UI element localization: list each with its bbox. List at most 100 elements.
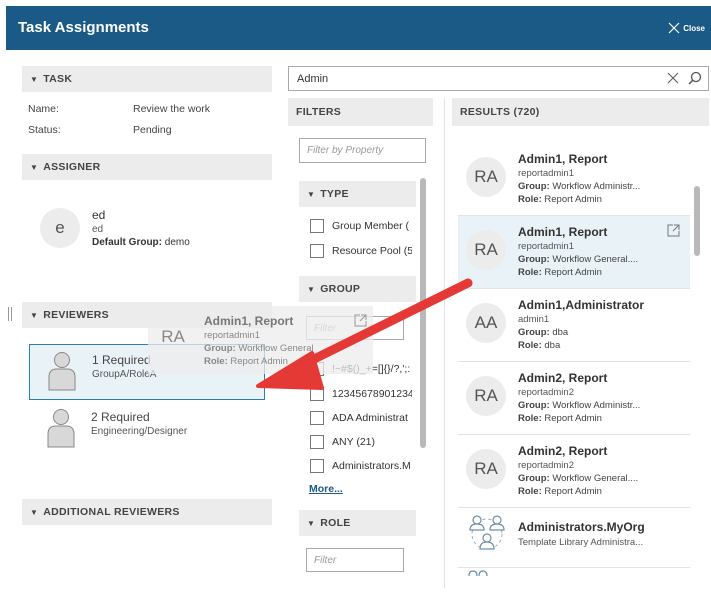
- task-status-label: Status:: [28, 124, 61, 136]
- close-label: Close: [683, 23, 705, 33]
- task-status-row: Status: Pending: [28, 124, 172, 136]
- checkbox[interactable]: [310, 219, 324, 233]
- ghost-role-label: Role:: [204, 356, 228, 367]
- result-id: admin1: [518, 314, 550, 325]
- result-group: Group: Workflow Administr...: [518, 400, 640, 411]
- result-name: Administrators.MyOrg: [518, 520, 645, 534]
- task-name-row: Name: Review the work: [28, 103, 210, 115]
- person-icon: [47, 409, 75, 448]
- checkbox[interactable]: [310, 244, 324, 258]
- type-filter-header[interactable]: ▼ TYPE: [299, 181, 416, 207]
- result-group: Group: Workflow General....: [518, 473, 638, 484]
- result-role-value: Report Admin: [544, 413, 602, 424]
- group-option-label: ANY (21): [332, 436, 375, 448]
- close-icon: [668, 22, 680, 34]
- group-filter-option[interactable]: 12345678901234: [310, 387, 412, 401]
- reviewers-header-label: REVIEWERS: [43, 309, 109, 321]
- checkbox[interactable]: [310, 435, 324, 449]
- assigner-group-label: Default Group:: [92, 237, 162, 248]
- search-input[interactable]: Admin: [297, 73, 328, 85]
- assigner-header-label: ASSIGNER: [43, 161, 101, 173]
- result-group-label: Group:: [518, 181, 550, 192]
- clear-search-icon[interactable]: [666, 71, 680, 85]
- result-group: Group: Workflow Administr...: [518, 181, 640, 192]
- result-item[interactable]: RA Admin1, Report reportadmin1 Group: Wo…: [458, 143, 690, 216]
- ghost-group-value: Workflow General: [238, 343, 314, 354]
- result-role-label: Role:: [518, 194, 542, 205]
- group-option-label: 12345678901234: [332, 388, 412, 400]
- result-name: Admin1,Administrator: [518, 298, 645, 312]
- open-details-icon: [354, 314, 367, 327]
- drag-ghost-card: RA Admin1, Report reportadmin1 Group: Wo…: [148, 306, 373, 374]
- ghost-group-label: Group:: [204, 343, 236, 354]
- additional-reviewers-section-header[interactable]: ▼ ADDITIONAL REVIEWERS: [22, 499, 272, 525]
- task-section-header[interactable]: ▼ TASK: [22, 66, 272, 92]
- result-item[interactable]: RA Admin2, Report reportadmin2 Group: Wo…: [458, 435, 690, 508]
- result-group-value: Workflow Administr...: [552, 400, 641, 411]
- result-id: reportadmin1: [518, 168, 574, 179]
- type-filter-option[interactable]: Group Member (: [310, 219, 412, 233]
- task-name-value: Review the work: [133, 103, 211, 115]
- group-filter-option[interactable]: ANY (21): [310, 435, 412, 449]
- checkbox[interactable]: [310, 411, 324, 425]
- result-avatar: RA: [466, 376, 506, 416]
- type-option-label: Resource Pool (5: [332, 245, 412, 257]
- result-group-label: Group:: [518, 473, 550, 484]
- additional-reviewers-header-label: ADDITIONAL REVIEWERS: [43, 506, 180, 518]
- collapse-triangle-icon: ▼: [30, 74, 39, 84]
- task-name-label: Name:: [28, 103, 59, 115]
- result-role-label: Role:: [518, 340, 542, 351]
- result-item-selected[interactable]: RA Admin1, Report reportadmin1 Group: Wo…: [458, 216, 690, 289]
- group-filter-option[interactable]: Administrators.M: [310, 459, 412, 473]
- collapse-triangle-icon: ▼: [30, 310, 39, 320]
- role-filter-header[interactable]: ▼ ROLE: [299, 510, 416, 536]
- result-role: Role: Report Admin: [518, 486, 602, 497]
- ghost-name: Admin1, Report: [204, 314, 294, 328]
- assigner-section-header[interactable]: ▼ ASSIGNER: [22, 154, 272, 180]
- checkbox[interactable]: [310, 387, 324, 401]
- result-role: Role: Report Admin: [518, 267, 602, 278]
- result-avatar: AA: [466, 303, 506, 343]
- collapse-triangle-icon: ▼: [30, 507, 39, 517]
- search-icon[interactable]: [688, 71, 702, 85]
- reviewer-2-role: Engineering/Designer: [91, 426, 188, 437]
- result-item[interactable]: Administrators.MyOrg Template Library Ad…: [458, 508, 690, 568]
- group-filter-label: GROUP: [320, 283, 361, 295]
- checkbox[interactable]: [310, 459, 324, 473]
- result-role: Role: Report Admin: [518, 413, 602, 424]
- type-filter-option[interactable]: Resource Pool (5: [310, 244, 412, 258]
- result-item[interactable]: RA Admin2, Report reportadmin2 Group: Wo…: [458, 362, 690, 435]
- result-group: Group: dba: [518, 327, 568, 338]
- open-details-icon[interactable]: [667, 224, 680, 237]
- result-role-label: Role:: [518, 413, 542, 424]
- task-header-label: TASK: [43, 73, 73, 85]
- results-scrollbar[interactable]: [694, 186, 700, 256]
- search-box[interactable]: Admin: [288, 66, 709, 91]
- group-more-link[interactable]: More...: [309, 483, 343, 495]
- reviewer-slot-2[interactable]: 2 Required Engineering/Designer: [29, 402, 265, 458]
- role-filter-input[interactable]: Filter: [306, 548, 404, 572]
- group-filter-header[interactable]: ▼ GROUP: [299, 276, 416, 302]
- filters-scrollbar[interactable]: [420, 178, 426, 448]
- collapse-triangle-icon: ▼: [307, 189, 316, 199]
- group-icon: [468, 570, 488, 576]
- column-resize-handle[interactable]: [8, 307, 12, 321]
- result-role-value: dba: [544, 340, 561, 351]
- filter-by-property-input[interactable]: Filter by Property: [299, 138, 426, 163]
- collapse-triangle-icon: ▼: [307, 284, 316, 294]
- result-name: Admin1, Report: [518, 152, 608, 166]
- result-id: reportadmin2: [518, 460, 574, 471]
- ghost-role-value: Report Admin: [230, 356, 288, 367]
- result-group-value: Workflow Administr...: [552, 181, 641, 192]
- group-filter-option[interactable]: ADA Administrat: [310, 411, 412, 425]
- ghost-avatar: RA: [161, 327, 185, 346]
- assigner-id: ed: [92, 224, 104, 235]
- assigner-group: Default Group: demo: [92, 237, 190, 248]
- reviewer-1-count: 1 Required: [92, 353, 151, 367]
- result-group-value: Workflow General....: [552, 254, 639, 265]
- role-filter-label: ROLE: [320, 517, 351, 529]
- close-button[interactable]: Close: [668, 22, 705, 34]
- ghost-group: Group: Workflow General: [204, 343, 314, 354]
- result-item[interactable]: AA Admin1,Administrator admin1 Group: db…: [458, 289, 690, 362]
- result-role: Role: dba: [518, 340, 560, 351]
